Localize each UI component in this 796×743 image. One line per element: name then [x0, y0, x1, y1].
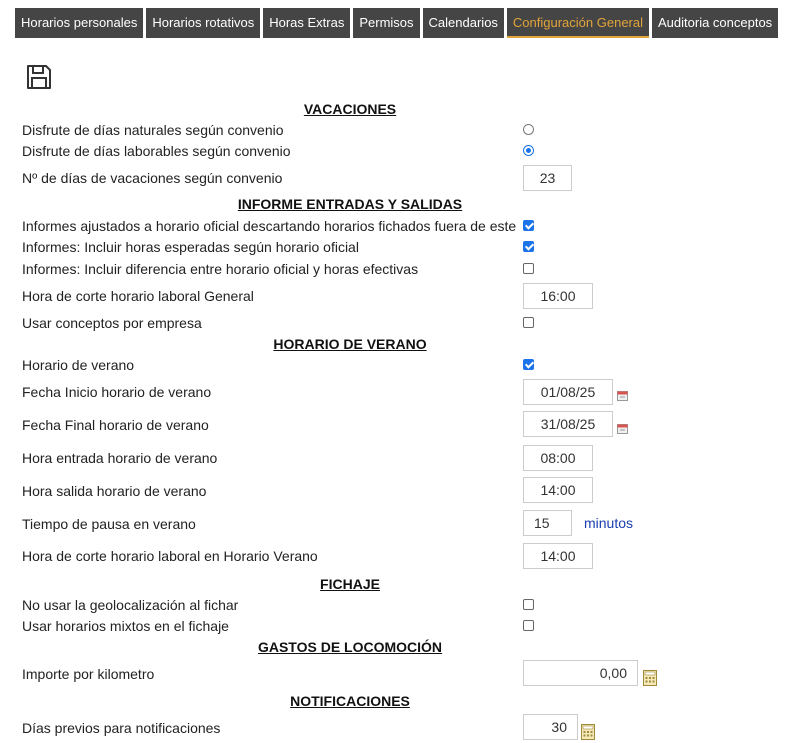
- fecha-inicio-input[interactable]: 01/08/25: [523, 379, 613, 405]
- section-informe: INFORME ENTRADAS Y SALIDAS: [237, 196, 463, 212]
- section-gastos: GASTOS DE LOCOMOCIÓN: [257, 639, 443, 655]
- tab-horas-extras[interactable]: Horas Extras: [263, 8, 351, 38]
- hora-entrada-input[interactable]: 08:00: [523, 445, 593, 471]
- calculator-icon[interactable]: [643, 670, 657, 686]
- section-verano: HORARIO DE VERANO: [273, 336, 427, 352]
- corte-general-input[interactable]: 16:00: [523, 283, 593, 309]
- dias-notificaciones-input[interactable]: 30: [523, 714, 578, 740]
- conceptos-label: Usar conceptos por empresa: [22, 315, 202, 331]
- esperadas-label: Informes: Incluir horas esperadas según …: [22, 239, 359, 255]
- floppy-disk-icon[interactable]: [25, 63, 53, 91]
- importe-km-input[interactable]: 0,00: [523, 660, 638, 686]
- laborables-label: Disfrute de días laborables según conven…: [22, 143, 291, 159]
- pausa-input[interactable]: 15: [523, 510, 572, 536]
- tab-configuracion-general[interactable]: Configuración General: [506, 8, 649, 38]
- hora-salida-input[interactable]: 14:00: [523, 477, 593, 503]
- esperadas-checkbox[interactable]: [523, 241, 534, 252]
- diferencia-label: Informes: Incluir diferencia entre horar…: [22, 261, 419, 277]
- corte-verano-label: Hora de corte horario laboral en Horario…: [22, 548, 318, 564]
- hora-salida-label: Hora salida horario de verano: [22, 483, 207, 499]
- fecha-final-label: Fecha Final horario de verano: [22, 417, 209, 433]
- horario-verano-checkbox[interactable]: [523, 359, 534, 370]
- dias-notificaciones-label: Días previos para notificaciones: [22, 720, 221, 736]
- importe-km-label: Importe por kilometro: [22, 666, 155, 682]
- dias-vacaciones-input[interactable]: 23: [523, 165, 572, 191]
- laborables-radio[interactable]: [523, 145, 534, 156]
- fecha-inicio-label: Fecha Inicio horario de verano: [22, 384, 212, 400]
- ajustados-checkbox[interactable]: [523, 220, 534, 231]
- corte-general-label: Hora de corte horario laboral General: [22, 288, 254, 304]
- calendar-icon[interactable]: [617, 390, 628, 401]
- calculator-icon[interactable]: [581, 724, 595, 740]
- hora-entrada-label: Hora entrada horario de verano: [22, 450, 218, 466]
- tab-calendarios[interactable]: Calendarios: [422, 8, 504, 38]
- naturales-label: Disfrute de días naturales según conveni…: [22, 122, 284, 138]
- tab-auditoria-conceptos[interactable]: Auditoria conceptos: [652, 8, 779, 38]
- tab-bar: Horarios personales Horarios rotativos H…: [15, 8, 781, 38]
- mixtos-checkbox[interactable]: [523, 620, 534, 631]
- geolocalizacion-checkbox[interactable]: [523, 599, 534, 610]
- tab-permisos[interactable]: Permisos: [353, 8, 420, 38]
- tab-horarios-rotativos[interactable]: Horarios rotativos: [146, 8, 261, 38]
- dias-vacaciones-label: Nº de días de vacaciones según convenio: [22, 170, 283, 186]
- fecha-final-input[interactable]: 31/08/25: [523, 411, 613, 437]
- pausa-unit: minutos: [584, 515, 634, 531]
- naturales-radio[interactable]: [523, 124, 534, 135]
- corte-verano-input[interactable]: 14:00: [523, 543, 593, 569]
- pausa-label: Tiempo de pausa en verano: [22, 516, 196, 532]
- mixtos-label: Usar horarios mixtos en el fichaje: [22, 618, 229, 634]
- conceptos-checkbox[interactable]: [523, 317, 534, 328]
- calendar-icon[interactable]: [617, 423, 628, 434]
- horario-verano-label: Horario de verano: [22, 357, 135, 373]
- ajustados-label: Informes ajustados a horario oficial des…: [22, 218, 517, 234]
- tab-horarios-personales[interactable]: Horarios personales: [15, 8, 144, 38]
- section-notificaciones: NOTIFICACIONES: [290, 693, 410, 709]
- section-vacaciones: VACACIONES: [303, 101, 397, 117]
- geolocalizacion-label: No usar la geolocalización al fichar: [22, 597, 239, 613]
- section-fichaje: FICHAJE: [320, 576, 380, 592]
- diferencia-checkbox[interactable]: [523, 263, 534, 274]
